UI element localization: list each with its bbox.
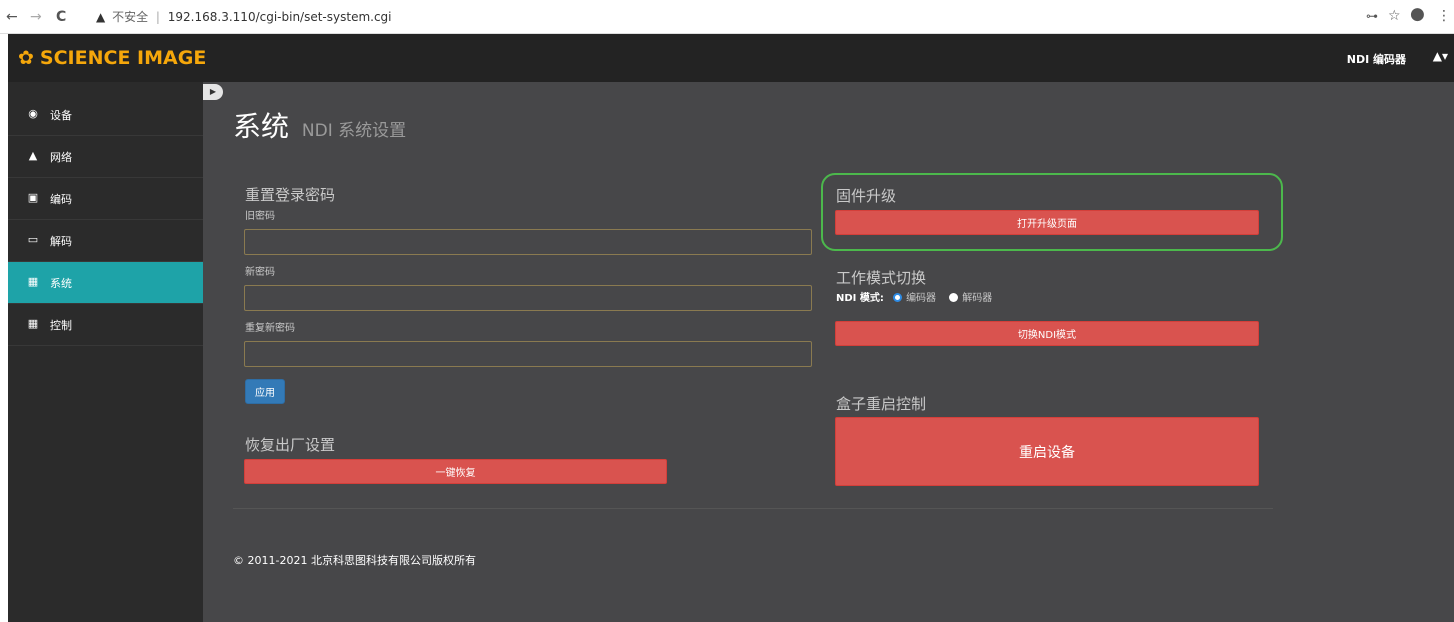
brand-name: SCIENCE IMAGE — [39, 47, 207, 69]
address-separator: | — [155, 10, 160, 24]
back-arrow-icon[interactable]: ← — [6, 8, 18, 26]
key-icon[interactable]: ⊶ — [1366, 7, 1378, 25]
factory-reset-button[interactable]: 一键恢复 — [244, 459, 667, 484]
footer-divider — [233, 508, 1273, 509]
top-navbar: ✿ SCIENCE IMAGE NDI 编码器 ▲▾ — [8, 34, 1454, 82]
sidebar-item-network[interactable]: ▲ 网络 — [8, 136, 203, 178]
decoder-radio[interactable] — [949, 293, 959, 302]
old-password-field[interactable] — [244, 229, 812, 255]
reboot-device-button[interactable]: 重启设备 — [835, 417, 1259, 486]
star-icon[interactable]: ☆ — [1388, 7, 1401, 25]
brand-logo[interactable]: ✿ SCIENCE IMAGE — [18, 45, 206, 71]
password-heading: 重置登录密码 — [245, 186, 336, 204]
sidebar-item-encode[interactable]: ▣ 编码 — [8, 178, 203, 220]
page-title-main: 系统 — [233, 110, 290, 143]
monitor-icon: ▭ — [27, 233, 39, 246]
device-name: NDI 编码器 — [1346, 53, 1406, 66]
work-mode-heading: 工作模式切换 — [836, 269, 927, 287]
browser-toolbar: ← → C ▲ 不安全 | 192.168.3.110/cgi-bin/set-… — [0, 0, 1454, 34]
sidebar-item-label: 编码 — [50, 193, 72, 206]
factory-reset-heading: 恢复出厂设置 — [245, 436, 336, 454]
sidebar-item-label: 网络 — [50, 151, 72, 164]
ndi-mode-row: NDI 模式: 编码器 解码器 — [836, 292, 1002, 306]
grid-icon: ▦ — [27, 317, 39, 330]
address-bar[interactable]: ▲ 不安全 | 192.168.3.110/cgi-bin/set-system… — [96, 8, 392, 26]
old-password-label: 旧密码 — [245, 211, 275, 222]
page: ✿ SCIENCE IMAGE NDI 编码器 ▲▾ ◉ 设备 ▲ 网络 ▣ 编码… — [8, 34, 1454, 622]
sidebar-item-label: 设备 — [50, 109, 72, 122]
encoder-radio[interactable] — [893, 293, 903, 302]
page-subtitle: NDI 系统设置 — [301, 121, 407, 141]
sidebar-item-label: 控制 — [50, 319, 72, 332]
new-password-field[interactable] — [244, 285, 812, 311]
warning-icon: ▲ — [96, 10, 106, 24]
decoder-option-label[interactable]: 解码器 — [962, 293, 992, 304]
footer-copyright: © 2011-2021 北京科思图科技有限公司版权所有 — [233, 554, 476, 567]
picture-icon: ▣ — [27, 191, 39, 204]
sidebar-item-device[interactable]: ◉ 设备 — [8, 94, 203, 136]
user-menu-icon[interactable]: ▲▾ — [1433, 49, 1448, 63]
browser-menu-icon[interactable]: ⋮ — [1437, 7, 1451, 25]
ndi-mode-label: NDI 模式: — [836, 293, 884, 304]
forward-arrow-icon[interactable]: → — [30, 8, 42, 26]
sidebar: ◉ 设备 ▲ 网络 ▣ 编码 ▭ 解码 ▦ 系统 ▦ 控制 — [8, 82, 203, 622]
gear-icon: ✿ — [18, 47, 34, 69]
switch-ndi-mode-button[interactable]: 切换NDI模式 — [835, 321, 1259, 346]
url-text[interactable]: 192.168.3.110/cgi-bin/set-system.cgi — [168, 10, 392, 24]
firmware-heading: 固件升级 — [836, 187, 897, 205]
new-password-label: 新密码 — [245, 267, 275, 278]
insecure-label[interactable]: 不安全 — [112, 10, 148, 24]
apply-button[interactable]: 应用 — [245, 379, 285, 404]
reload-icon[interactable]: C — [56, 8, 66, 26]
profile-icon[interactable]: ● — [1410, 5, 1425, 23]
dashboard-icon: ◉ — [28, 107, 38, 120]
page-title: 系统 NDI 系统设置 — [233, 109, 406, 149]
repeat-password-field[interactable] — [244, 341, 812, 367]
sidebar-item-system[interactable]: ▦ 系统 — [8, 262, 203, 304]
sidebar-item-control[interactable]: ▦ 控制 — [8, 304, 203, 346]
sidebar-item-label: 解码 — [50, 235, 72, 248]
open-upgrade-page-button[interactable]: 打开升级页面 — [835, 210, 1259, 235]
reboot-heading: 盒子重启控制 — [836, 395, 927, 413]
repeat-password-label: 重复新密码 — [245, 323, 295, 334]
encoder-option-label[interactable]: 编码器 — [906, 293, 936, 304]
sidebar-item-decode[interactable]: ▭ 解码 — [8, 220, 203, 262]
sidebar-collapse-icon[interactable]: ▶ — [203, 84, 223, 100]
network-icon: ▲ — [28, 149, 38, 162]
system-icon: ▦ — [27, 275, 39, 288]
sidebar-item-label: 系统 — [50, 277, 72, 290]
